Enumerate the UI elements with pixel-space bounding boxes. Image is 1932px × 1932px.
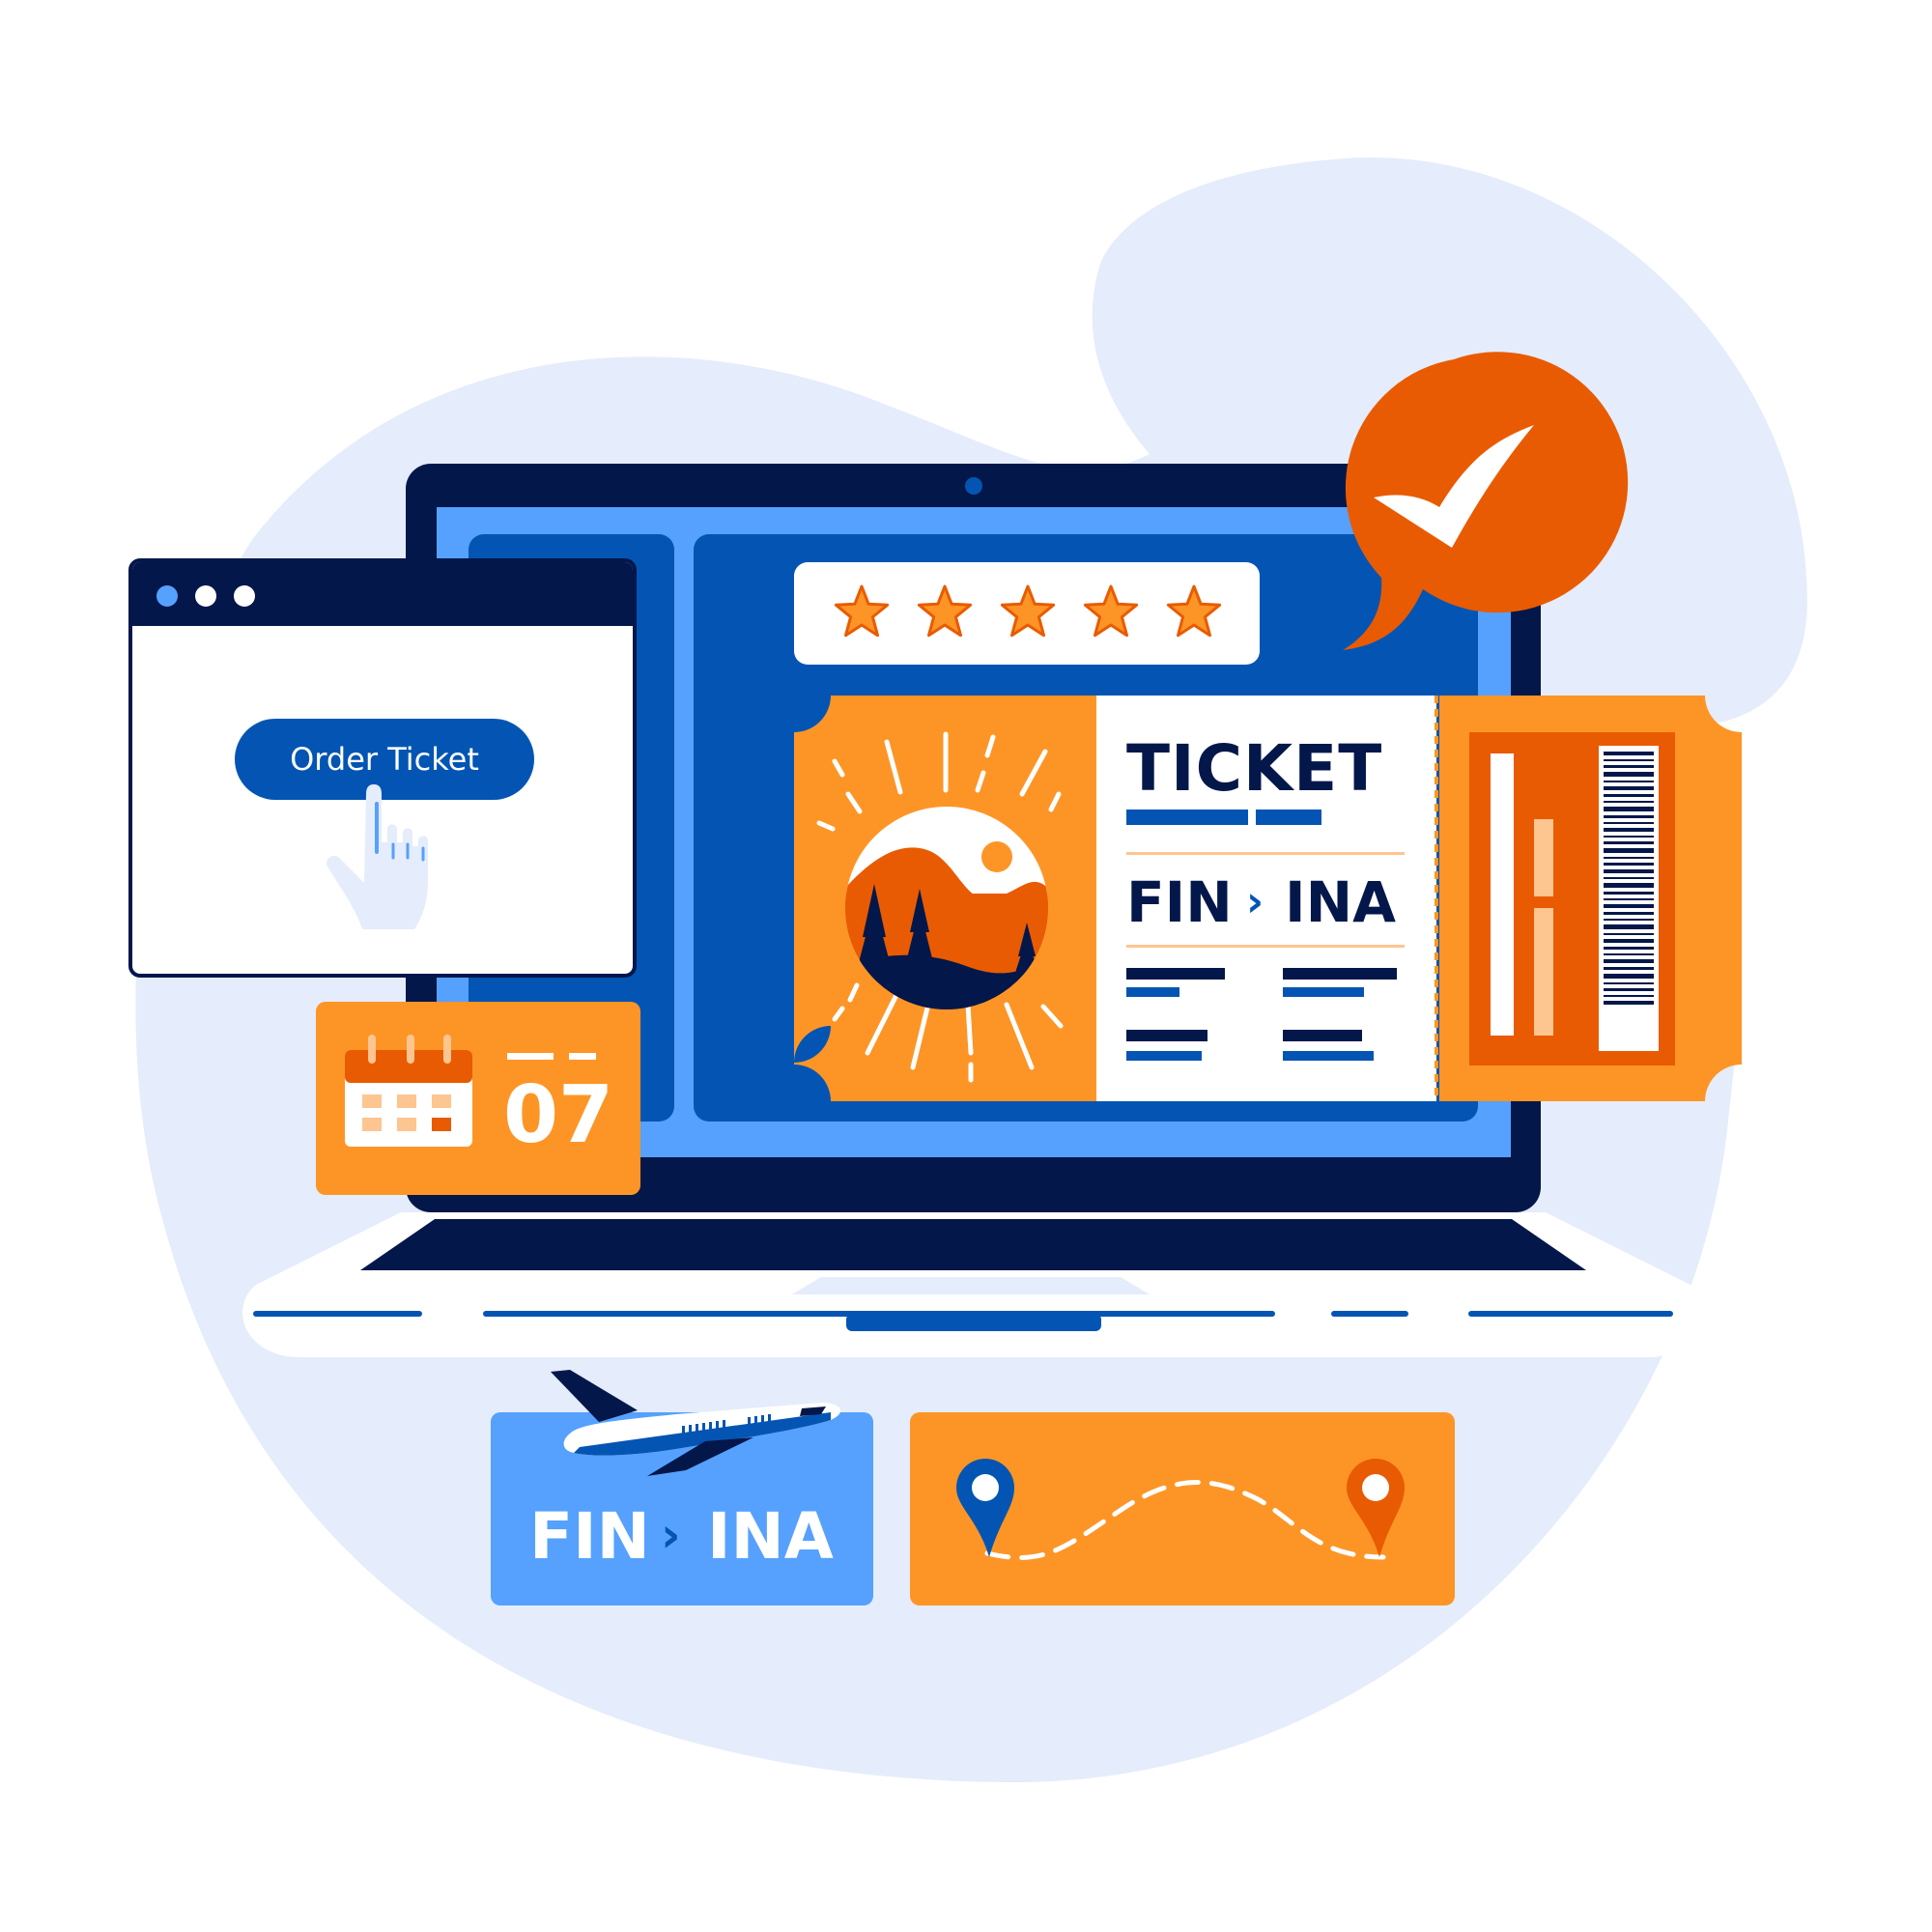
- ticket-title: TICKET: [1126, 731, 1383, 806]
- route-from: FIN: [529, 1499, 650, 1574]
- calendar-card: 07: [316, 1002, 640, 1195]
- window-dot-white-1[interactable]: [195, 585, 216, 607]
- browser-window: Order Ticket: [128, 558, 637, 978]
- ticket-route-from: FIN: [1126, 869, 1233, 935]
- illustration: TICKET FIN › INA Order Ticket 07 FIN › I…: [0, 0, 1932, 1932]
- route-to: INA: [707, 1499, 834, 1574]
- origin-pin-icon: [956, 1459, 1014, 1557]
- calendar-dash-left: [507, 1053, 554, 1060]
- airplane-icon: [551, 1370, 841, 1476]
- destination-pin-icon: [1347, 1459, 1405, 1557]
- calendar-icon: [345, 1035, 472, 1147]
- calendar-date: 07: [503, 1069, 614, 1161]
- order-ticket-label: Order Ticket: [290, 741, 479, 778]
- browser-title-bar: [132, 562, 633, 626]
- calendar-dash-right: [569, 1053, 596, 1060]
- window-dot-white-2[interactable]: [234, 585, 255, 607]
- route-map: [956, 1459, 1405, 1560]
- ticket-route-arrow: ›: [1246, 877, 1264, 926]
- window-dot-blue[interactable]: [156, 585, 178, 607]
- ticket-route-to: INA: [1285, 869, 1397, 935]
- sun-icon: [981, 841, 1012, 872]
- route-arrow: ›: [661, 1507, 681, 1563]
- pointer-hand-icon: [327, 784, 428, 929]
- map-card: [910, 1412, 1455, 1605]
